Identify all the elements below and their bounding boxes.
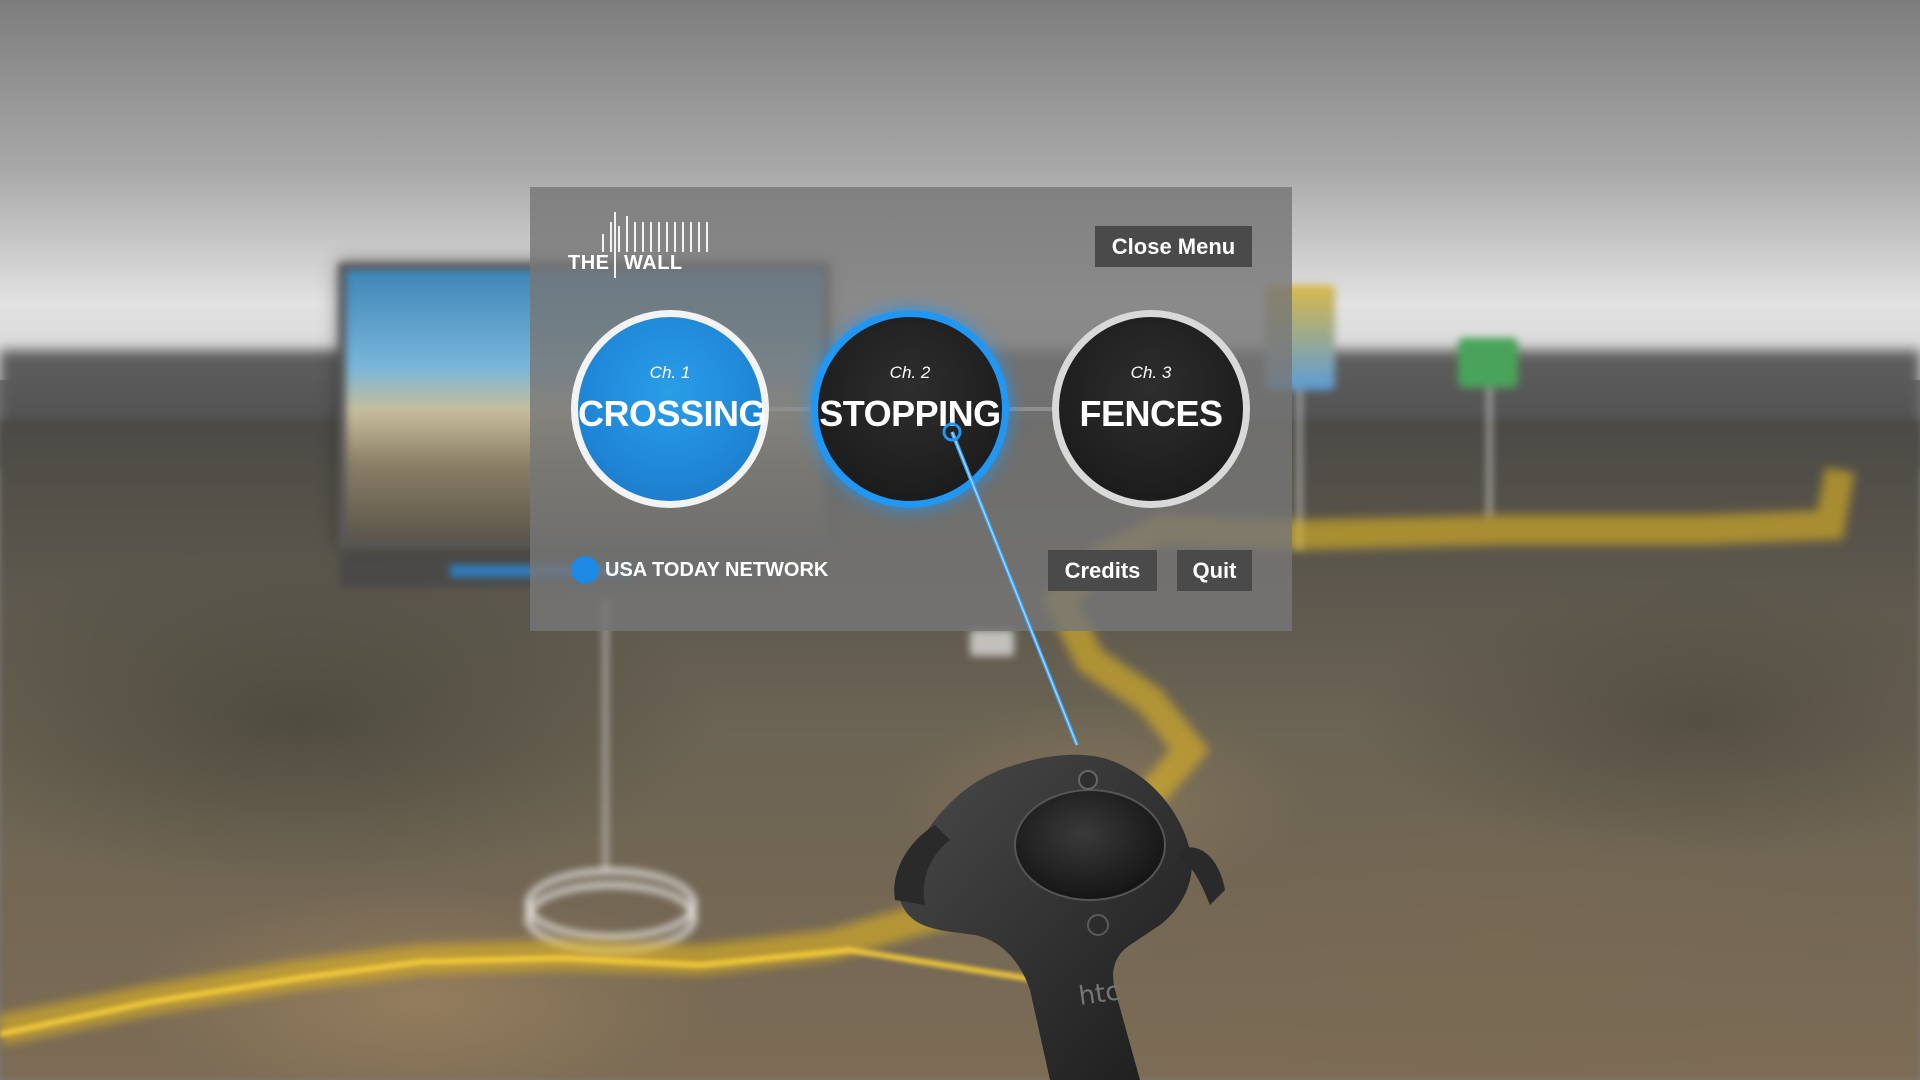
usa-today-dot-icon	[571, 556, 599, 584]
close-menu-button[interactable]: Close Menu	[1095, 226, 1252, 267]
svg-text:htc: htc	[1077, 977, 1122, 1012]
chapter-connector	[1006, 407, 1056, 411]
chapter-connector	[766, 407, 814, 411]
chapter-number: Ch. 1	[649, 363, 691, 382]
chapter-1-button[interactable]: Ch. 1 CROSSING	[571, 310, 769, 508]
network-label: USA TODAY NETWORK	[605, 559, 829, 581]
quit-button[interactable]: Quit	[1177, 550, 1252, 591]
chapter-3-button[interactable]: Ch. 3 FENCES	[1052, 310, 1250, 508]
chapter-title: CROSSING	[578, 393, 767, 434]
htc-vive-controller: htc	[894, 754, 1225, 1080]
chapter-2-button[interactable]: Ch. 2 STOPPING	[811, 310, 1009, 508]
credits-button[interactable]: Credits	[1048, 550, 1157, 591]
chapter-number: Ch. 2	[889, 363, 931, 382]
logo-text-the: THE	[568, 252, 610, 274]
logo-text-wall: WALL	[624, 252, 683, 274]
chapter-title: STOPPING	[819, 393, 1001, 434]
chapter-title: FENCES	[1079, 393, 1223, 434]
wall-logo-icon	[602, 216, 712, 252]
logo-divider	[614, 212, 616, 278]
chapter-number: Ch. 3	[1130, 363, 1172, 382]
the-wall-logo: THE WALL	[568, 212, 708, 282]
